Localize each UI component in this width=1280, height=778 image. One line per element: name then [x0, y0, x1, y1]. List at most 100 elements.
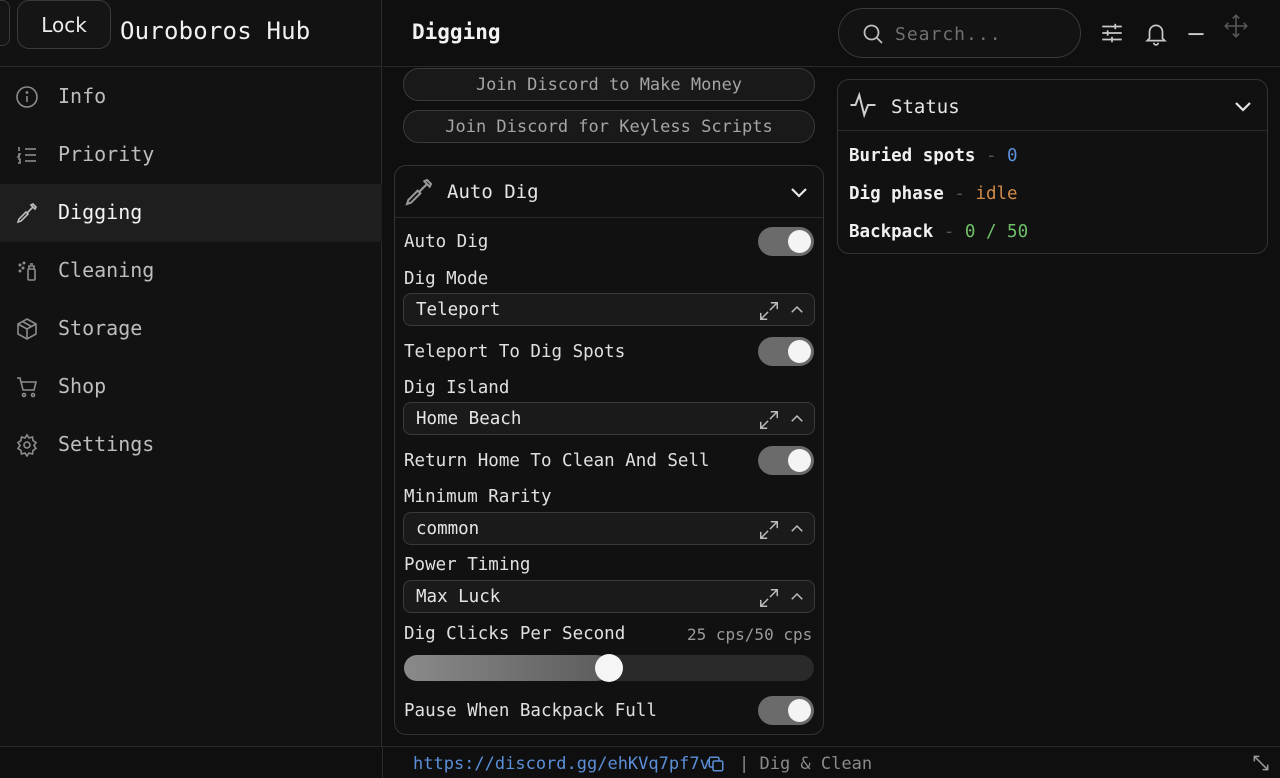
toggle-knob: [788, 449, 811, 472]
chevron-up-icon[interactable]: [788, 588, 806, 606]
sidebar-item-digging[interactable]: Digging: [0, 184, 382, 242]
sidebar-item-storage[interactable]: Storage: [0, 300, 382, 358]
expand-icon[interactable]: [758, 409, 780, 431]
stat-key: Backpack: [849, 222, 934, 242]
pause-toggle[interactable]: [758, 696, 814, 725]
info-icon: [15, 85, 39, 109]
return-home-toggle[interactable]: [758, 446, 814, 475]
lock-button[interactable]: Lock: [17, 0, 111, 49]
app-window: Lock Ouroboros Hub Info Priority Digging…: [0, 0, 1280, 778]
auto-dig-toggle[interactable]: [758, 227, 814, 256]
sidebar-item-label: Storage: [58, 316, 143, 340]
sidebar-item-label: Priority: [58, 142, 155, 166]
move-icon[interactable]: [1223, 13, 1263, 53]
sidebar-item-shop[interactable]: Shop: [0, 358, 382, 416]
gear-icon: [15, 433, 39, 458]
status-row-buried: Buried spots - 0: [849, 146, 1018, 166]
teleport-toggle[interactable]: [758, 337, 814, 366]
main-content: Join Discord to Make Money Join Discord …: [383, 68, 829, 746]
sidebar-item-label: Cleaning: [58, 258, 155, 282]
stat-key: Dig phase: [849, 184, 944, 204]
slider-fill: [404, 655, 609, 681]
teleport-label: Teleport To Dig Spots: [404, 342, 626, 362]
expand-icon[interactable]: [758, 519, 780, 541]
chevron-down-icon[interactable]: [1231, 94, 1255, 118]
shovel-icon: [403, 176, 435, 208]
stat-value: 0: [1007, 146, 1018, 166]
section-title: Auto Dig: [447, 181, 539, 203]
search-box[interactable]: [838, 8, 1081, 58]
discord-keyless-button[interactable]: Join Discord for Keyless Scripts: [403, 110, 815, 143]
expand-icon[interactable]: [758, 300, 780, 322]
stat-key: Buried spots: [849, 146, 976, 166]
sidebar-item-label: Settings: [58, 432, 155, 456]
stat-separator: -: [933, 222, 965, 242]
section-header[interactable]: Auto Dig: [395, 166, 823, 218]
dig-island-dropdown[interactable]: Home Beach: [403, 402, 815, 435]
search-icon: [861, 22, 885, 46]
minimize-icon[interactable]: [1183, 20, 1209, 46]
app-title: Ouroboros Hub: [120, 17, 311, 45]
auto-dig-label: Auto Dig: [404, 232, 489, 252]
list-ordered-icon: [15, 143, 39, 167]
spray-icon: [15, 259, 39, 283]
cart-icon: [15, 375, 39, 399]
search-input[interactable]: [895, 21, 1065, 47]
activity-icon: [848, 90, 878, 120]
resize-icon[interactable]: [1251, 753, 1271, 773]
power-timing-label: Power Timing: [404, 555, 531, 575]
discord-link[interactable]: https://discord.gg/ehKVq7pf7v: [413, 754, 710, 774]
chevron-up-icon[interactable]: [788, 520, 806, 538]
expand-icon[interactable]: [758, 587, 780, 609]
pause-label: Pause When Backpack Full: [404, 701, 657, 721]
slider-thumb[interactable]: [595, 654, 623, 682]
dig-island-label: Dig Island: [404, 378, 510, 398]
sliders-icon[interactable]: [1099, 20, 1125, 46]
dig-mode-dropdown[interactable]: Teleport: [403, 293, 815, 326]
sidebar-nav: Info Priority Digging Cleaning Storage S…: [0, 68, 382, 474]
page-title: Digging: [412, 20, 501, 44]
stat-value: idle: [975, 184, 1018, 204]
dropdown-value: Teleport: [416, 300, 501, 320]
cps-label: Dig Clicks Per Second: [404, 624, 626, 644]
status-row-backpack: Backpack - 0 / 50: [849, 222, 1028, 242]
discord-money-button[interactable]: Join Discord to Make Money: [403, 68, 815, 101]
sidebar-header: Lock Ouroboros Hub: [0, 0, 382, 67]
toggle-knob: [788, 340, 811, 363]
min-rarity-label: Minimum Rarity: [404, 487, 552, 507]
copy-icon[interactable]: [707, 755, 725, 773]
sidebar-item-cleaning[interactable]: Cleaning: [0, 242, 382, 300]
box-icon: [15, 317, 39, 341]
status-title: Status: [891, 96, 960, 118]
chevron-up-icon[interactable]: [788, 410, 806, 428]
edge-tab[interactable]: [0, 0, 10, 46]
footer-text: | Dig & Clean: [739, 754, 873, 774]
bell-icon[interactable]: [1143, 20, 1169, 46]
stat-separator: -: [975, 146, 1008, 166]
dropdown-value: Max Luck: [416, 587, 501, 607]
sidebar: Lock Ouroboros Hub Info Priority Digging…: [0, 0, 382, 746]
cps-slider[interactable]: [404, 654, 814, 682]
chevron-up-icon[interactable]: [788, 301, 806, 319]
status-header[interactable]: Status: [838, 80, 1267, 131]
sidebar-footer: [0, 746, 383, 778]
footer: https://discord.gg/ehKVq7pf7v | Dig & Cl…: [383, 746, 1280, 778]
sidebar-item-priority[interactable]: Priority: [0, 126, 382, 184]
status-panel: Status Buried spots - 0 Dig phase - idle…: [837, 79, 1268, 254]
shovel-icon: [15, 201, 39, 225]
sidebar-item-label: Digging: [58, 200, 143, 224]
min-rarity-dropdown[interactable]: common: [403, 512, 815, 545]
power-timing-dropdown[interactable]: Max Luck: [403, 580, 815, 613]
chevron-down-icon[interactable]: [787, 180, 811, 204]
auto-dig-section: Auto Dig Auto Dig Dig Mode Teleport Tele…: [394, 165, 824, 735]
return-home-label: Return Home To Clean And Sell: [404, 451, 710, 471]
dropdown-value: common: [416, 519, 480, 539]
sidebar-item-info[interactable]: Info: [0, 68, 382, 126]
header: Digging: [383, 0, 1280, 67]
stat-value: 0 / 50: [964, 222, 1029, 242]
stat-separator: -: [943, 184, 976, 204]
toggle-knob: [788, 699, 811, 722]
toggle-knob: [788, 230, 811, 253]
sidebar-item-settings[interactable]: Settings: [0, 416, 382, 474]
status-row-phase: Dig phase - idle: [849, 184, 1018, 204]
